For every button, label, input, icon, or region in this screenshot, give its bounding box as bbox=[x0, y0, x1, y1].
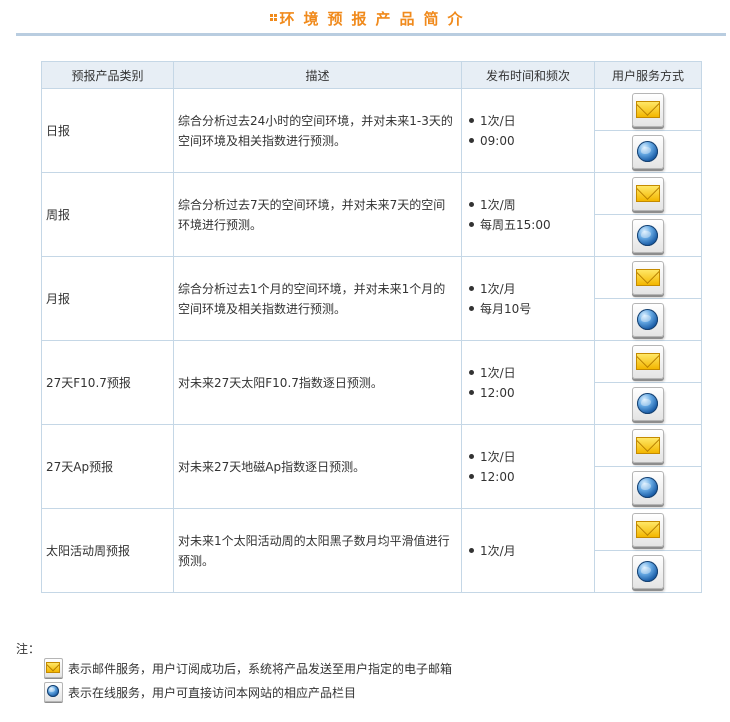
service-cell bbox=[594, 466, 702, 509]
mail-icon[interactable] bbox=[632, 92, 664, 127]
mail-icon bbox=[44, 657, 63, 678]
frequency-text: 每周五15:00 bbox=[480, 217, 551, 232]
header-category: 预报产品类别 bbox=[41, 61, 174, 89]
bullet-icon bbox=[469, 137, 474, 143]
product-category: 周报 bbox=[41, 172, 174, 257]
frequency-text: 12:00 bbox=[480, 385, 515, 400]
service-cell bbox=[594, 508, 702, 551]
bullet-icon bbox=[469, 117, 474, 123]
page-title-text: 环境预报产品简介 bbox=[279, 10, 472, 28]
product-frequency: 1次/月 bbox=[461, 508, 595, 593]
product-description: 综合分析过去24小时的空间环境，并对未来1-3天的空间环境及相关指数进行预测。 bbox=[173, 88, 462, 173]
globe-icon[interactable] bbox=[632, 386, 664, 421]
header-divider bbox=[16, 33, 726, 36]
table-row: 27天Ap预报 对未来27天地磁Ap指数逐日预测。 1次/日 12:00 bbox=[41, 424, 702, 509]
table-row: 月报 综合分析过去1个月的空间环境，并对未来1个月的空间环境及相关指数进行预测。… bbox=[41, 256, 702, 341]
frequency-item: 1次/日 bbox=[466, 447, 590, 467]
frequency-text: 1次/月 bbox=[480, 543, 516, 558]
frequency-text: 1次/日 bbox=[480, 113, 516, 128]
bullet-icon bbox=[469, 389, 474, 395]
table-row: 周报 综合分析过去7天的空间环境，并对未来7天的空间环境进行预测。 1次/周 每… bbox=[41, 172, 702, 257]
notes-label: 注： bbox=[16, 642, 41, 656]
globe-icon[interactable] bbox=[632, 554, 664, 589]
frequency-item: 每周五15:00 bbox=[466, 215, 590, 235]
frequency-item: 12:00 bbox=[466, 383, 590, 403]
frequency-text: 每月10号 bbox=[480, 301, 532, 316]
header-frequency: 发布时间和频次 bbox=[461, 61, 595, 89]
service-cell bbox=[594, 172, 702, 215]
bullet-icon bbox=[469, 547, 474, 553]
frequency-text: 1次/日 bbox=[480, 449, 516, 464]
bullet-icon bbox=[469, 221, 474, 227]
service-cell bbox=[594, 130, 702, 173]
product-frequency: 1次/月 每月10号 bbox=[461, 256, 595, 341]
bullet-icon bbox=[469, 473, 474, 479]
service-cell bbox=[594, 298, 702, 341]
product-table: 预报产品类别 描述 发布时间和频次 用户服务方式 日报 综合分析过去24小时的空… bbox=[41, 61, 702, 593]
frequency-text: 09:00 bbox=[480, 133, 515, 148]
mail-icon[interactable] bbox=[632, 512, 664, 547]
product-frequency: 1次/周 每周五15:00 bbox=[461, 172, 595, 257]
product-category: 27天Ap预报 bbox=[41, 424, 174, 509]
note-mail-text: 表示邮件服务，用户订阅成功后，系统将产品发送至用户指定的电子邮箱 bbox=[68, 662, 453, 676]
globe-icon[interactable] bbox=[632, 302, 664, 337]
service-cell bbox=[594, 550, 702, 593]
mail-icon[interactable] bbox=[632, 344, 664, 379]
frequency-item: 1次/月 bbox=[466, 279, 590, 299]
product-description: 综合分析过去7天的空间环境，并对未来7天的空间环境进行预测。 bbox=[173, 172, 462, 257]
product-description: 综合分析过去1个月的空间环境，并对未来1个月的空间环境及相关指数进行预测。 bbox=[173, 256, 462, 341]
frequency-text: 1次/日 bbox=[480, 365, 516, 380]
service-cell bbox=[594, 382, 702, 425]
bullet-icon bbox=[469, 285, 474, 291]
globe-icon[interactable] bbox=[632, 218, 664, 253]
product-frequency: 1次/日 09:00 bbox=[461, 88, 595, 173]
note-online-text: 表示在线服务，用户可直接访问本网站的相应产品栏目 bbox=[68, 686, 357, 700]
bullet-icon bbox=[469, 369, 474, 375]
bullet-icon bbox=[469, 453, 474, 459]
globe-icon[interactable] bbox=[632, 470, 664, 505]
mail-icon[interactable] bbox=[632, 260, 664, 295]
table-row: 日报 综合分析过去24小时的空间环境，并对未来1-3天的空间环境及相关指数进行预… bbox=[41, 88, 702, 173]
product-description: 对未来27天地磁Ap指数逐日预测。 bbox=[173, 424, 462, 509]
product-category: 日报 bbox=[41, 88, 174, 173]
product-description: 对未来1个太阳活动周的太阳黑子数月均平滑值进行预测。 bbox=[173, 508, 462, 593]
frequency-item: 12:00 bbox=[466, 467, 590, 487]
product-category: 太阳活动周预报 bbox=[41, 508, 174, 593]
header-description: 描述 bbox=[173, 61, 462, 89]
frequency-item: 1次/日 bbox=[466, 363, 590, 383]
frequency-item: 1次/日 bbox=[466, 111, 590, 131]
page-title: 环境预报产品简介 bbox=[16, 8, 726, 29]
note-online: 表示在线服务，用户可直接访问本网站的相应产品栏目 bbox=[44, 681, 357, 704]
product-frequency: 1次/日 12:00 bbox=[461, 424, 595, 509]
service-cell bbox=[594, 424, 702, 467]
frequency-item: 每月10号 bbox=[466, 299, 590, 319]
service-cell bbox=[594, 88, 702, 131]
frequency-item: 1次/月 bbox=[466, 541, 590, 561]
service-cell bbox=[594, 214, 702, 257]
service-cell bbox=[594, 340, 702, 383]
globe-icon[interactable] bbox=[632, 134, 664, 169]
product-description: 对未来27天太阳F10.7指数逐日预测。 bbox=[173, 340, 462, 425]
product-category: 27天F10.7预报 bbox=[41, 340, 174, 425]
product-category: 月报 bbox=[41, 256, 174, 341]
service-cell bbox=[594, 256, 702, 299]
table-header-row: 预报产品类别 描述 发布时间和频次 用户服务方式 bbox=[41, 61, 702, 89]
table-row: 27天F10.7预报 对未来27天太阳F10.7指数逐日预测。 1次/日 12:… bbox=[41, 340, 702, 425]
note-mail: 表示邮件服务，用户订阅成功后，系统将产品发送至用户指定的电子邮箱 bbox=[44, 657, 453, 680]
mail-icon[interactable] bbox=[632, 428, 664, 463]
header-service: 用户服务方式 bbox=[594, 61, 702, 89]
frequency-text: 12:00 bbox=[480, 469, 515, 484]
bullet-icon bbox=[469, 201, 474, 207]
table-row: 太阳活动周预报 对未来1个太阳活动周的太阳黑子数月均平滑值进行预测。 1次/月 bbox=[41, 508, 702, 593]
title-bullet-icon bbox=[270, 14, 278, 21]
frequency-item: 1次/周 bbox=[466, 195, 590, 215]
bullet-icon bbox=[469, 305, 474, 311]
mail-icon[interactable] bbox=[632, 176, 664, 211]
frequency-item: 09:00 bbox=[466, 131, 590, 151]
frequency-text: 1次/周 bbox=[480, 197, 516, 212]
globe-icon bbox=[44, 681, 63, 702]
frequency-text: 1次/月 bbox=[480, 281, 516, 296]
page-header: 环境预报产品简介 bbox=[16, 0, 726, 36]
product-frequency: 1次/日 12:00 bbox=[461, 340, 595, 425]
